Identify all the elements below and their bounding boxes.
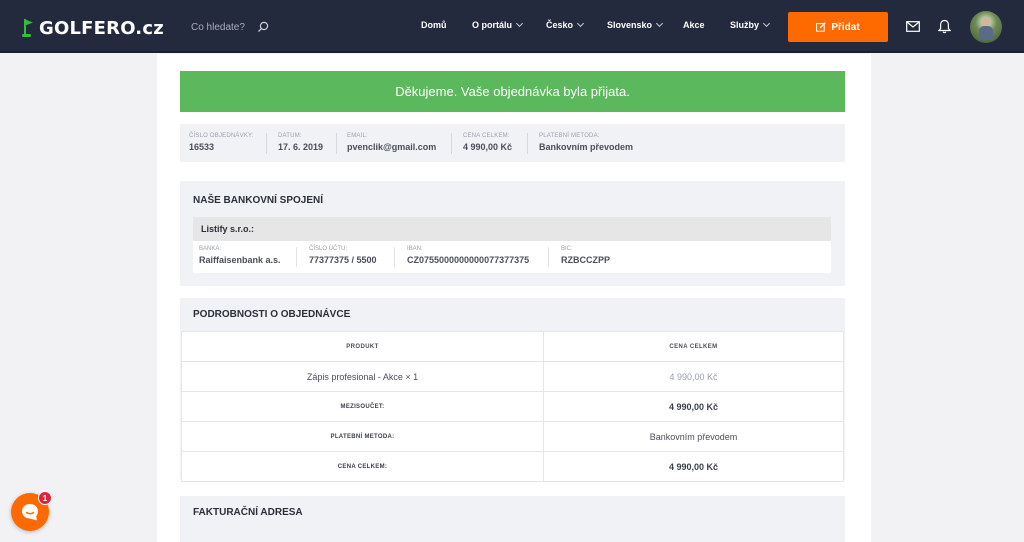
chevron-down-icon	[576, 19, 585, 28]
golf-flag-icon	[22, 19, 36, 37]
nav-label: Slovensko	[607, 20, 653, 30]
divider	[548, 247, 549, 267]
section-title: NAŠE BANKOVNÍ SPOJENÍ	[193, 195, 324, 206]
account-name: Listify s.r.o.:	[193, 217, 831, 241]
order-overview: ČÍSLO OBJEDNÁVKY: 16533 DATUM: 17. 6. 20…	[180, 124, 845, 162]
field-value: 16533	[189, 142, 215, 152]
field-label: ČÍSLO OBJEDNÁVKY:	[189, 133, 254, 139]
order-number: ČÍSLO OBJEDNÁVKY: 16533	[189, 133, 254, 155]
chevron-down-icon	[762, 19, 771, 28]
top-navigation-bar: GOLFERO.cz Co hledate? Domů O portálu Če…	[0, 0, 1024, 53]
column-header-total: CENA CELKEM	[543, 331, 844, 362]
section-title: FAKTURAČNÍ ADRESA	[193, 507, 303, 518]
subtotal-label: MEZISOUČET:	[181, 391, 544, 422]
product-name-text[interactable]: Zápis profesional - Akce × 1	[307, 372, 418, 382]
field-label: ČÍSLO ÚČTU:	[309, 246, 348, 252]
divider	[266, 133, 267, 154]
chat-bubble-icon	[22, 504, 38, 521]
total-label: CENA CELKEM:	[181, 451, 544, 482]
order-total: CENA CELKEM: 4 990,00 Kč	[463, 133, 512, 155]
field-value: Raiffaisenbank a.s.	[199, 255, 281, 265]
field-label: PLATEBNÍ METODA:	[539, 133, 600, 139]
nav-label: Česko	[546, 20, 574, 30]
total-value: 4 990,00 Kč	[543, 451, 844, 482]
divider	[527, 133, 528, 154]
payment-method-label: PLATEBNÍ METODA:	[181, 421, 544, 452]
order-details-section: PODROBNOSTI O OBJEDNÁVCE PRODUKT CENA CE…	[180, 298, 845, 482]
avatar-torso	[979, 26, 993, 40]
field-value: 4 990,00 Kč	[463, 142, 513, 152]
nav-item-cesko[interactable]: Česko	[546, 19, 585, 30]
table-row: MEZISOUČET: 4 990,00 Kč	[181, 391, 844, 422]
nav-label: Domů	[421, 20, 447, 30]
field-label: EMAIL:	[347, 133, 368, 139]
iban: IBAN: CZ0755000000000077377375	[407, 246, 529, 265]
edit-icon	[816, 22, 827, 32]
field-label: BANKA:	[199, 246, 222, 252]
column-header-product: PRODUKT	[181, 331, 544, 362]
add-button[interactable]: Přidat	[788, 12, 888, 42]
nav-item-o-portalu[interactable]: O portálu	[472, 19, 524, 30]
bic: BIC: RZBCCZPP	[561, 246, 610, 265]
subtotal-value: 4 990,00 Kč	[543, 391, 844, 422]
product-price: 4 990,00 Kč	[543, 361, 844, 392]
success-alert: Děkujeme. Vaše objednávka byla přijata.	[180, 71, 845, 112]
order-date: DATUM: 17. 6. 2019	[278, 133, 323, 155]
notification-badge: 1	[38, 491, 52, 505]
chevron-down-icon	[515, 19, 524, 28]
section-title: PODROBNOSTI O OBJEDNÁVCE	[193, 309, 351, 320]
field-value: 17. 6. 2019	[278, 142, 324, 152]
avatar[interactable]	[970, 11, 1002, 43]
order-details-table: PRODUKT CENA CELKEM Zápis profesional - …	[181, 331, 844, 482]
nav-label: Akce	[683, 20, 705, 30]
field-label: CENA CELKEM:	[463, 133, 510, 139]
table-row: PLATEBNÍ METODA: Bankovním převodem	[181, 421, 844, 452]
chevron-down-icon	[655, 19, 664, 28]
logo[interactable]: GOLFERO.cz	[22, 17, 164, 39]
logo-text: GOLFERO.cz	[39, 17, 164, 39]
bank-details-section: NAŠE BANKOVNÍ SPOJENÍ Listify s.r.o.: BA…	[180, 181, 845, 286]
bell-icon[interactable]	[938, 19, 951, 34]
field-value: CZ0755000000000077377375	[407, 255, 530, 265]
add-button-label: Přidat	[831, 21, 860, 33]
order-payment-method: PLATEBNÍ METODA: Bankovním převodem	[539, 133, 633, 155]
product-name[interactable]: Zápis profesional - Akce × 1	[181, 361, 544, 392]
divider	[451, 133, 452, 154]
nav-item-domu[interactable]: Domů	[421, 20, 447, 30]
divider	[336, 133, 337, 154]
bank-card: Listify s.r.o.: BANKA: Raiffaisenbank a.…	[193, 217, 831, 273]
mail-icon[interactable]	[906, 21, 920, 32]
alert-text: Děkujeme. Vaše objednávka byla přijata.	[395, 84, 630, 99]
field-label: BIC:	[561, 246, 573, 252]
table-row: CENA CELKEM: 4 990,00 Kč	[181, 451, 844, 482]
nav-label: Služby	[730, 20, 760, 30]
order-email: EMAIL: pvenclik@gmail.com	[347, 133, 436, 155]
bank-name: BANKA: Raiffaisenbank a.s.	[199, 246, 281, 265]
divider	[296, 247, 297, 267]
content-area: Děkujeme. Vaše objednávka byla přijata. …	[157, 54, 871, 542]
table-header-row: PRODUKT CENA CELKEM	[181, 331, 844, 362]
nav-item-slovensko[interactable]: Slovensko	[607, 19, 664, 30]
avatar-head	[982, 18, 990, 26]
field-value: 77377375 / 5500	[309, 255, 377, 265]
search-input[interactable]: Co hledate?	[191, 22, 245, 33]
payment-method-value: Bankovním převodem	[543, 421, 844, 452]
search-box[interactable]: Co hledate?	[191, 20, 269, 34]
field-value: pvenclik@gmail.com	[347, 142, 437, 152]
search-icon[interactable]	[257, 21, 269, 33]
table-row: Zápis profesional - Akce × 1 4 990,00 Kč	[181, 361, 844, 392]
nav-label: O portálu	[472, 20, 512, 30]
field-value: RZBCCZPP	[561, 255, 610, 265]
billing-address-section: FAKTURAČNÍ ADRESA	[180, 496, 845, 542]
nav-item-sluzby[interactable]: Služby	[730, 19, 771, 30]
field-label: IBAN:	[407, 246, 423, 252]
account-number: ČÍSLO ÚČTU: 77377375 / 5500	[309, 246, 377, 265]
nav-item-akce[interactable]: Akce	[683, 20, 705, 30]
field-label: DATUM:	[278, 133, 302, 139]
field-value: Bankovním převodem	[539, 142, 634, 152]
divider	[394, 247, 395, 267]
